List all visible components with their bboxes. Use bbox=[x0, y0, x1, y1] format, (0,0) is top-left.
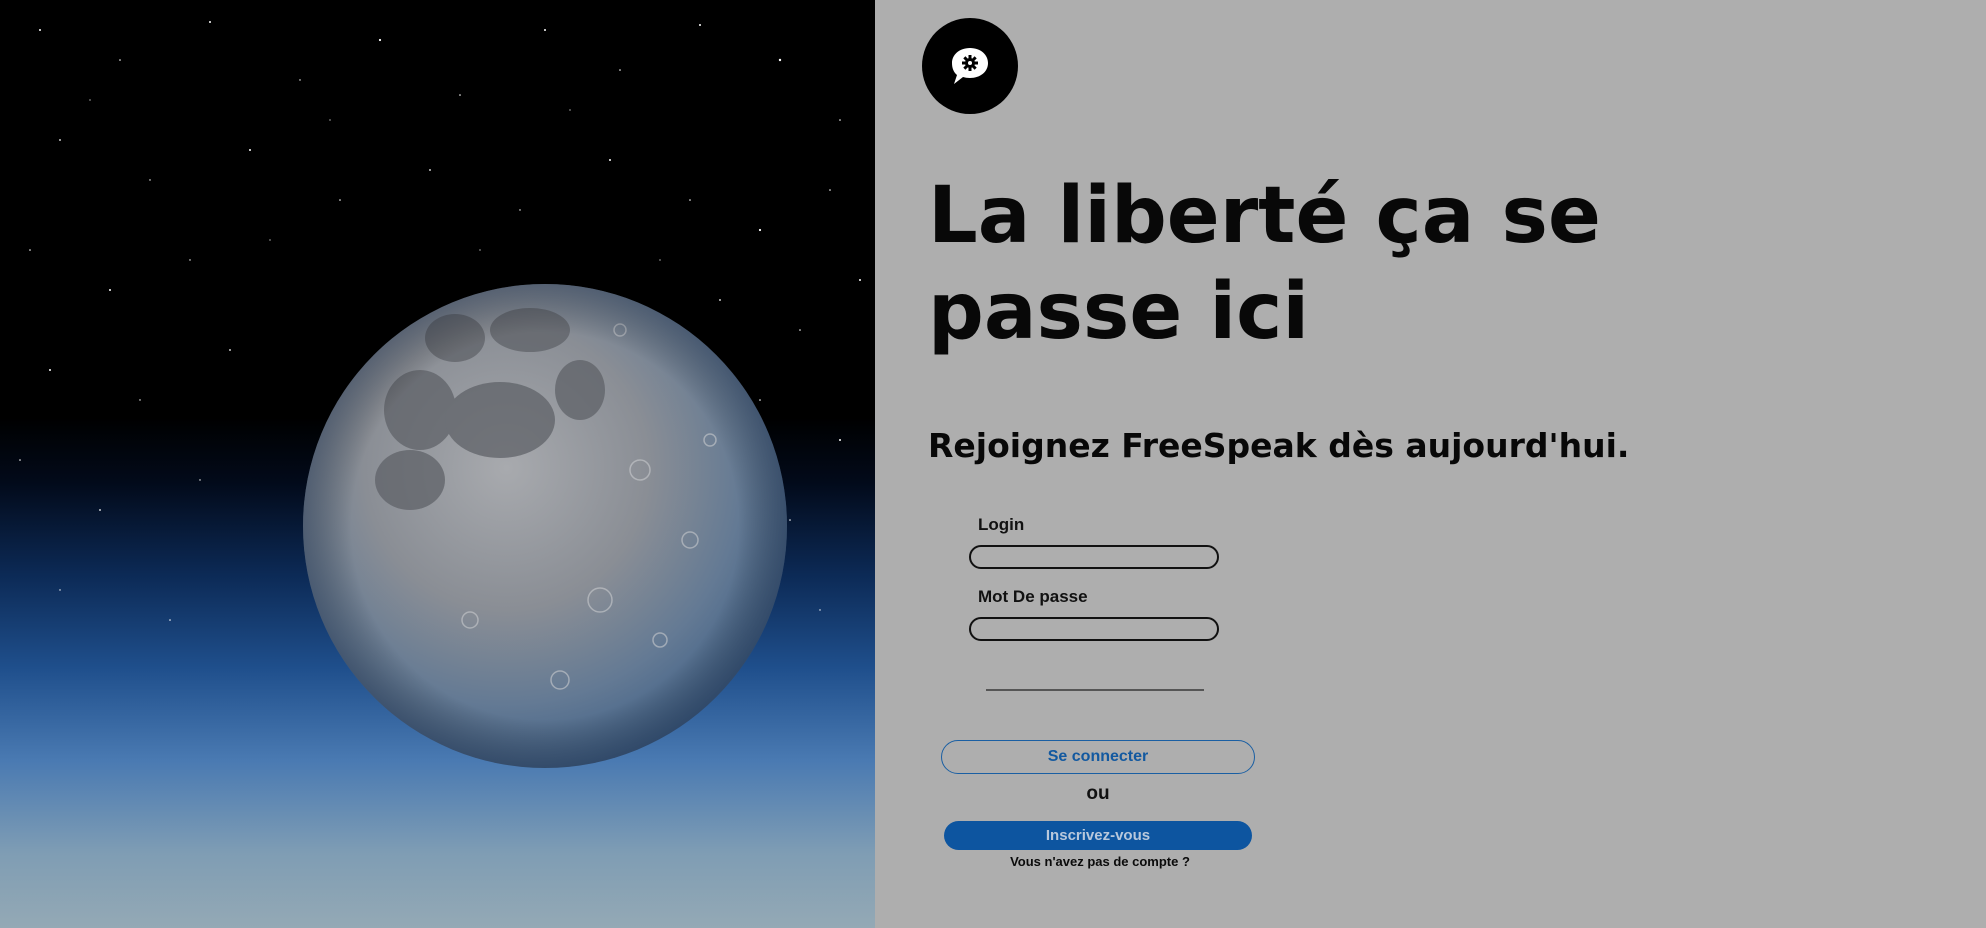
login-panel: La liberté ça se passe ici Rejoignez Fre… bbox=[875, 0, 1986, 928]
password-label: Mot De passe bbox=[978, 587, 1088, 606]
form-divider bbox=[986, 689, 1204, 691]
connect-button[interactable]: Se connecter bbox=[941, 740, 1255, 774]
or-separator: ou bbox=[1086, 783, 1110, 804]
login-page: La liberté ça se passe ici Rejoignez Fre… bbox=[0, 0, 1986, 928]
page-headline: La liberté ça se passe ici bbox=[928, 171, 1601, 357]
hero-moon-image bbox=[0, 0, 875, 928]
space-scene bbox=[19, 21, 861, 768]
signup-button[interactable]: Inscrivez-vous bbox=[944, 821, 1252, 850]
no-account-link[interactable]: Vous n'avez pas de compte ? bbox=[995, 854, 1205, 869]
page-subheadline: Rejoignez FreeSpeak dès aujourd'hui. bbox=[928, 426, 1630, 465]
logo[interactable] bbox=[922, 18, 1018, 114]
login-label: Login bbox=[978, 515, 1025, 534]
password-input[interactable] bbox=[969, 617, 1219, 641]
speech-bubble-gear-icon bbox=[952, 48, 988, 84]
login-input[interactable] bbox=[969, 545, 1219, 569]
